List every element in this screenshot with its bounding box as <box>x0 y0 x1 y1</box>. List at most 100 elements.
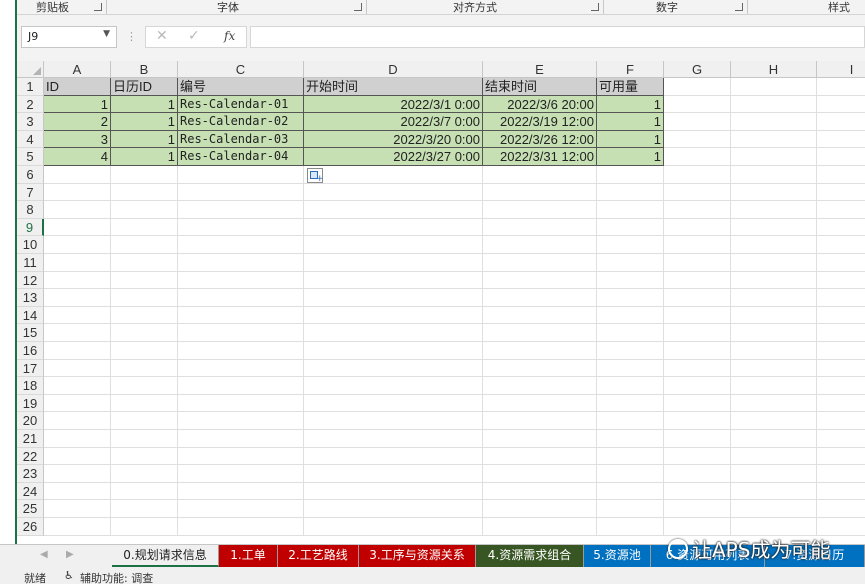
cell-g18[interactable] <box>664 377 731 395</box>
tab-next-icon[interactable]: ▶ <box>66 549 74 560</box>
cell-c10[interactable] <box>178 236 304 254</box>
row-header-8[interactable]: 8 <box>17 201 44 219</box>
cell-c6[interactable] <box>178 166 304 184</box>
cell-h25[interactable] <box>731 500 817 518</box>
row-header-7[interactable]: 7 <box>17 183 44 202</box>
paste-options-icon[interactable]: + <box>307 168 324 184</box>
cell-c8[interactable] <box>178 201 304 219</box>
column-header-e[interactable]: E <box>483 61 597 78</box>
cell-b19[interactable] <box>111 394 178 413</box>
cell-c1[interactable]: 编号 <box>178 78 304 96</box>
row-header-21[interactable]: 21 <box>17 430 44 448</box>
column-header-b[interactable]: B <box>111 61 178 78</box>
cell-f8[interactable] <box>597 201 664 219</box>
cell-i11[interactable] <box>817 254 865 272</box>
cell-e16[interactable] <box>483 342 597 360</box>
tab-sheet-5[interactable]: 5.资源池 <box>584 545 651 567</box>
cell-f2[interactable]: 1 <box>597 95 664 114</box>
cell-g11[interactable] <box>664 254 731 272</box>
cell-i6[interactable] <box>817 166 865 184</box>
cell-f4[interactable]: 1 <box>597 130 664 149</box>
cell-a20[interactable] <box>44 412 111 430</box>
cell-b18[interactable] <box>111 377 178 395</box>
cell-d25[interactable] <box>304 500 483 518</box>
cell-g10[interactable] <box>664 236 731 254</box>
cell-h15[interactable] <box>731 324 817 342</box>
name-box[interactable]: J9 ▼ <box>21 26 117 48</box>
cell-g25[interactable] <box>664 500 731 518</box>
row-header-10[interactable]: 10 <box>17 236 44 254</box>
cell-g7[interactable] <box>664 183 731 202</box>
cell-d8[interactable] <box>304 201 483 219</box>
cell-g8[interactable] <box>664 201 731 219</box>
row-header-1[interactable]: 1 <box>17 78 44 96</box>
select-all-corner[interactable] <box>17 61 44 78</box>
cell-a10[interactable] <box>44 236 111 254</box>
cell-c9[interactable] <box>178 218 304 237</box>
cell-b2[interactable]: 1 <box>111 95 178 114</box>
cell-i9[interactable] <box>817 219 865 237</box>
cell-d1[interactable]: 开始时间 <box>304 78 483 96</box>
cell-b3[interactable]: 1 <box>111 113 178 131</box>
cell-g26[interactable] <box>664 518 731 536</box>
cell-i17[interactable] <box>817 360 865 378</box>
cell-i5[interactable] <box>817 148 865 166</box>
cell-i20[interactable] <box>817 412 865 430</box>
drag-handle-icon[interactable]: ⋮ <box>126 30 137 43</box>
cell-c19[interactable] <box>178 394 304 413</box>
cell-a7[interactable] <box>44 183 111 202</box>
tab-sheet-1[interactable]: 1.工单 <box>219 545 278 567</box>
cell-f25[interactable] <box>597 500 664 518</box>
cell-e21[interactable] <box>483 430 597 448</box>
cell-i10[interactable] <box>817 236 865 254</box>
cell-f9[interactable] <box>597 218 664 237</box>
cell-g21[interactable] <box>664 430 731 448</box>
cell-h7[interactable] <box>731 183 817 202</box>
cell-g15[interactable] <box>664 324 731 342</box>
cell-g14[interactable] <box>664 306 731 325</box>
cell-e24[interactable] <box>483 482 597 501</box>
cell-a5[interactable]: 4 <box>44 148 111 166</box>
cell-c21[interactable] <box>178 430 304 448</box>
row-header-13[interactable]: 13 <box>17 289 44 307</box>
cell-d3[interactable]: 2022/3/7 0:00 <box>304 113 483 131</box>
cell-a4[interactable]: 3 <box>44 130 111 149</box>
cell-i13[interactable] <box>817 289 865 307</box>
cell-b13[interactable] <box>111 289 178 307</box>
cell-e8[interactable] <box>483 201 597 219</box>
cell-b5[interactable]: 1 <box>111 148 178 166</box>
cell-c5[interactable]: Res-Calendar-04 <box>178 148 304 166</box>
cell-h3[interactable] <box>731 113 817 131</box>
cell-g1[interactable] <box>664 78 731 96</box>
row-header-9[interactable]: 9 <box>17 218 44 237</box>
tab-sheet-4[interactable]: 4.资源需求组合 <box>476 545 584 567</box>
cell-d23[interactable] <box>304 465 483 483</box>
cell-h5[interactable] <box>731 148 817 166</box>
row-header-2[interactable]: 2 <box>17 95 44 114</box>
insert-function-icon[interactable]: fx <box>224 29 235 43</box>
cell-h2[interactable] <box>731 95 817 114</box>
cell-d20[interactable] <box>304 412 483 430</box>
cell-h20[interactable] <box>731 412 817 430</box>
cell-f17[interactable] <box>597 359 664 378</box>
cell-f13[interactable] <box>597 289 664 307</box>
cell-b21[interactable] <box>111 430 178 448</box>
cell-b24[interactable] <box>111 482 178 501</box>
cell-g3[interactable] <box>664 113 731 131</box>
tab-sheet-3[interactable]: 3.工序与资源关系 <box>359 545 476 567</box>
cell-d14[interactable] <box>304 306 483 325</box>
cell-g13[interactable] <box>664 289 731 307</box>
cell-b16[interactable] <box>111 342 178 360</box>
cell-d24[interactable] <box>304 482 483 501</box>
cell-h17[interactable] <box>731 359 817 378</box>
cell-h23[interactable] <box>731 465 817 483</box>
cell-e19[interactable] <box>483 394 597 413</box>
cell-g19[interactable] <box>664 394 731 413</box>
cell-h11[interactable] <box>731 254 817 272</box>
cell-a9[interactable] <box>44 218 111 237</box>
cell-a11[interactable] <box>44 254 111 272</box>
enter-icon[interactable]: ✓ <box>188 28 200 44</box>
cell-e6[interactable] <box>483 166 597 184</box>
column-header-i[interactable]: I <box>817 61 865 78</box>
cell-h13[interactable] <box>731 289 817 307</box>
